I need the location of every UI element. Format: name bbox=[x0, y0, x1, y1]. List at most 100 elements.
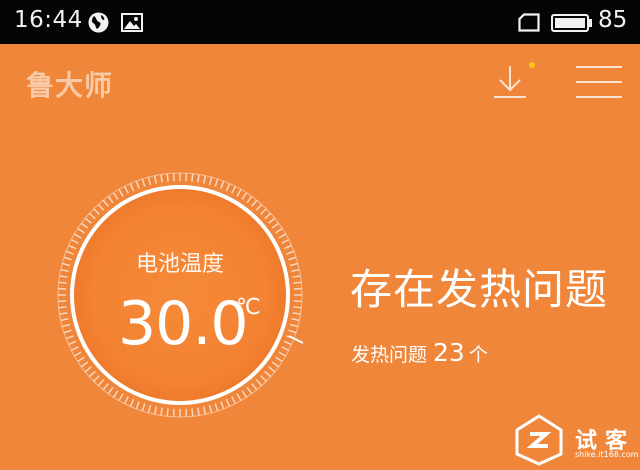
gauge-tick bbox=[58, 306, 67, 309]
gauge-tick bbox=[268, 217, 276, 224]
gauge-tick bbox=[293, 306, 302, 309]
watermark-logo-icon bbox=[515, 414, 563, 466]
gauge-tick bbox=[135, 401, 140, 410]
temperature-unit: ℃ bbox=[236, 295, 261, 320]
gauge-tick bbox=[107, 386, 114, 395]
gauge-tick bbox=[97, 379, 105, 387]
gauge-tick bbox=[160, 174, 163, 183]
download-icon bbox=[494, 62, 535, 98]
issue-unit: 个 bbox=[468, 344, 488, 366]
gauge-tick bbox=[65, 335, 74, 340]
gauge-tick bbox=[129, 398, 135, 407]
gauge-tick bbox=[112, 192, 119, 200]
globe-icon bbox=[88, 12, 109, 33]
notification-dot bbox=[529, 62, 535, 68]
issue-label: 发热问题 bbox=[351, 344, 428, 366]
gauge-tick bbox=[275, 356, 283, 363]
gauge-tick bbox=[220, 180, 225, 189]
gauge-tick bbox=[271, 361, 280, 368]
gauge-tick bbox=[107, 195, 114, 204]
gauge-tick bbox=[58, 281, 67, 284]
gauge-tick bbox=[166, 408, 169, 417]
issue-summary[interactable]: 发热问题 23 个 bbox=[351, 338, 488, 367]
gauge-tick bbox=[283, 340, 292, 346]
gauge-tick bbox=[123, 396, 129, 405]
gauge-tick bbox=[153, 406, 158, 415]
temperature-value: 30.0 bbox=[118, 289, 249, 359]
gauge-tick bbox=[292, 312, 301, 315]
status-title: 存在发热问题 bbox=[350, 265, 609, 314]
gauge-tick bbox=[225, 398, 231, 407]
gauge-tick bbox=[293, 281, 302, 284]
gauge-tick bbox=[70, 346, 79, 352]
gauge-tick bbox=[264, 212, 272, 220]
gauge-tick bbox=[271, 222, 280, 229]
phone-outline-icon bbox=[518, 13, 540, 32]
gauge-tick bbox=[70, 238, 79, 244]
issue-count: 23 bbox=[433, 338, 465, 367]
gauge-tick bbox=[246, 386, 253, 395]
gauge-tick bbox=[214, 178, 219, 187]
gauge-pointer bbox=[288, 335, 304, 344]
gauge-tick bbox=[236, 188, 242, 197]
gauge-tick bbox=[102, 383, 109, 391]
gauge-tick bbox=[208, 404, 213, 414]
gauge-tick bbox=[197, 407, 200, 416]
gauge-tick bbox=[255, 379, 263, 387]
gauge-tick bbox=[60, 317, 69, 322]
gauge-tick bbox=[246, 195, 253, 204]
hamburger-menu-icon bbox=[576, 66, 622, 98]
gauge-tick bbox=[275, 227, 283, 234]
battery-level: 85 bbox=[598, 7, 628, 33]
gauge-tick bbox=[88, 212, 96, 220]
gauge-tick bbox=[97, 203, 105, 211]
battery-icon bbox=[551, 14, 592, 32]
app-header: 鲁大师 bbox=[0, 44, 640, 120]
gauge-tick bbox=[153, 175, 158, 184]
gauge-tick bbox=[251, 199, 258, 207]
gauge-tick bbox=[80, 361, 89, 368]
gauge-tick bbox=[73, 351, 82, 357]
gauge-tick bbox=[77, 227, 85, 234]
watermark-url: shike.it168.com bbox=[575, 450, 639, 459]
gauge-tick bbox=[147, 176, 152, 186]
gauge-tick bbox=[80, 222, 89, 229]
gauge-tick bbox=[59, 312, 68, 315]
gauge-tick bbox=[197, 174, 200, 183]
gauge-tick bbox=[231, 185, 237, 194]
gauge-tick bbox=[166, 173, 169, 182]
gauge-tick bbox=[225, 183, 231, 192]
gauge-tick bbox=[61, 323, 71, 328]
gauge-tick bbox=[129, 183, 135, 192]
gauge-tick bbox=[202, 175, 207, 184]
gauge-tick bbox=[141, 178, 146, 187]
gauge-tick bbox=[236, 393, 242, 402]
gauge-tick bbox=[102, 199, 109, 207]
app-logo: 鲁大师 bbox=[26, 69, 114, 102]
image-icon bbox=[121, 13, 143, 32]
gauge-tick bbox=[281, 346, 290, 352]
gauge-tick bbox=[208, 176, 213, 186]
menu-button[interactable] bbox=[574, 64, 624, 102]
gauge-tick bbox=[63, 329, 72, 334]
gauge-tick bbox=[191, 408, 194, 417]
gauge-tick bbox=[77, 356, 85, 363]
gauge-tick bbox=[214, 403, 219, 412]
gauge-tick bbox=[147, 404, 152, 414]
gauge-tick bbox=[288, 329, 297, 334]
gauge-tick bbox=[202, 406, 207, 415]
gauge-tick bbox=[93, 208, 100, 215]
gauge-tick bbox=[260, 208, 267, 215]
gauge-tick bbox=[73, 233, 82, 239]
gauge-tick bbox=[160, 407, 163, 416]
gauge-tick bbox=[231, 396, 237, 405]
gauge-tick bbox=[123, 185, 129, 194]
download-button[interactable] bbox=[490, 62, 536, 102]
gauge-tick bbox=[278, 233, 287, 239]
gauge-tick bbox=[251, 383, 258, 391]
gauge-tick bbox=[84, 217, 92, 224]
gauge-tick bbox=[255, 203, 263, 211]
gauge-tick bbox=[291, 317, 300, 322]
gauge-tick bbox=[141, 403, 146, 412]
gauge-tick bbox=[241, 192, 248, 200]
